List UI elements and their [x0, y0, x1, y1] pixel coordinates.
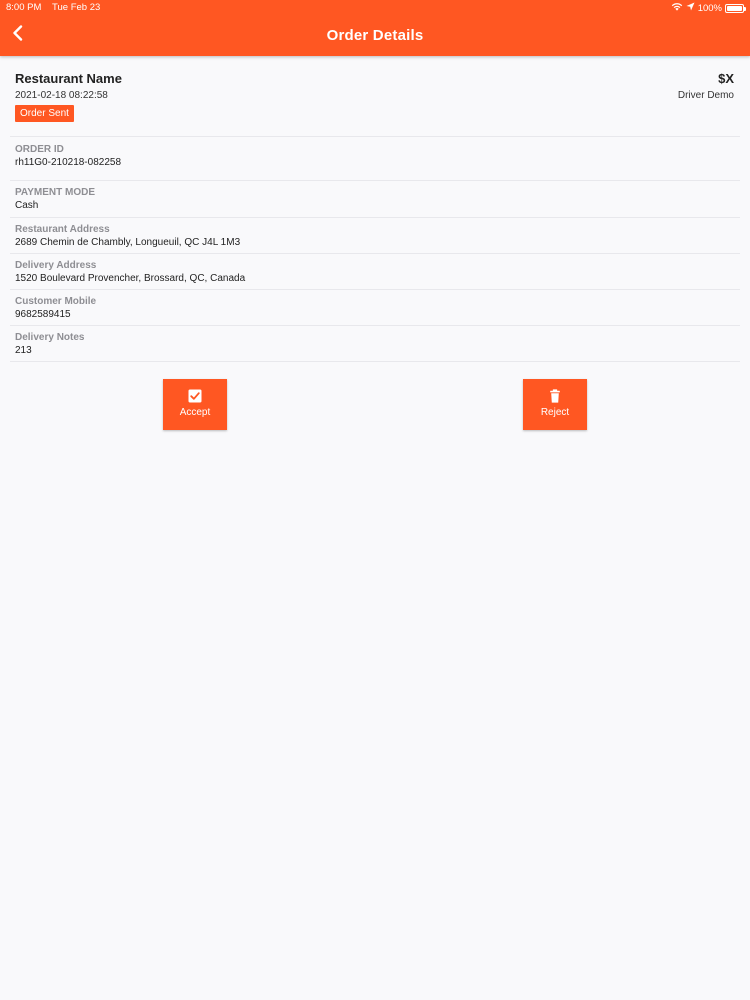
wifi-icon [671, 2, 683, 14]
order-id-label: ORDER ID [15, 144, 64, 155]
status-time: 8:00 PM [6, 2, 42, 13]
restaurant-name: Restaurant Name [15, 71, 122, 86]
battery-fill [727, 5, 742, 11]
status-bar: 8:00 PM Tue Feb 23 100% [0, 0, 750, 16]
delivery-notes-value: 213 [15, 345, 32, 356]
top-bar: 8:00 PM Tue Feb 23 100% Order Details [0, 0, 750, 56]
status-badge: Order Sent [15, 105, 74, 122]
payment-mode-value: Cash [15, 200, 39, 211]
customer-mobile-label: Customer Mobile [15, 296, 97, 307]
delivery-notes-label: Delivery Notes [15, 332, 85, 343]
order-datetime: 2021-02-18 08:22:58 [15, 90, 108, 101]
accept-label: Accept [179, 407, 211, 418]
payment-mode-label: PAYMENT MODE [15, 187, 96, 198]
status-left: 8:00 PM Tue Feb 23 [6, 2, 100, 13]
order-actions: Accept Reject [0, 362, 750, 462]
checkbox-checked-icon [188, 389, 202, 403]
reject-button[interactable]: Reject [523, 379, 587, 430]
delivery-address-value: 1520 Boulevard Provencher, Brossard, QC,… [15, 273, 246, 284]
order-summary: Restaurant Name 2021-02-18 08:22:58 Orde… [10, 56, 740, 137]
status-date: Tue Feb 23 [52, 2, 101, 13]
restaurant-address-field: Restaurant Address 2689 Chemin de Chambl… [10, 218, 740, 254]
payment-mode-field: PAYMENT MODE Cash [10, 181, 740, 218]
customer-mobile-value: 9682589415 [15, 309, 71, 320]
trash-icon [548, 389, 562, 403]
status-right: 100% [671, 2, 746, 14]
delivery-address-field: Delivery Address 1520 Boulevard Provench… [10, 254, 740, 290]
order-id-field: ORDER ID rh11G0-210218-082258 [10, 137, 740, 181]
delivery-address-label: Delivery Address [15, 260, 97, 271]
restaurant-address-value: 2689 Chemin de Chambly, Longueuil, QC J4… [15, 237, 241, 248]
accept-button[interactable]: Accept [163, 379, 227, 430]
restaurant-address-label: Restaurant Address [15, 224, 110, 235]
reject-label: Reject [540, 407, 570, 418]
driver-name: Driver Demo [677, 90, 734, 101]
customer-mobile-field: Customer Mobile 9682589415 [10, 290, 740, 326]
order-details-content: Restaurant Name 2021-02-18 08:22:58 Orde… [0, 56, 750, 462]
page-title: Order Details [326, 27, 424, 44]
location-arrow-icon [686, 2, 695, 14]
delivery-notes-field: Delivery Notes 213 [10, 326, 740, 362]
battery-percent: 100% [697, 2, 722, 14]
battery-icon [725, 3, 746, 13]
order-price: $X [718, 71, 734, 86]
order-id-value: rh11G0-210218-082258 [15, 157, 122, 168]
